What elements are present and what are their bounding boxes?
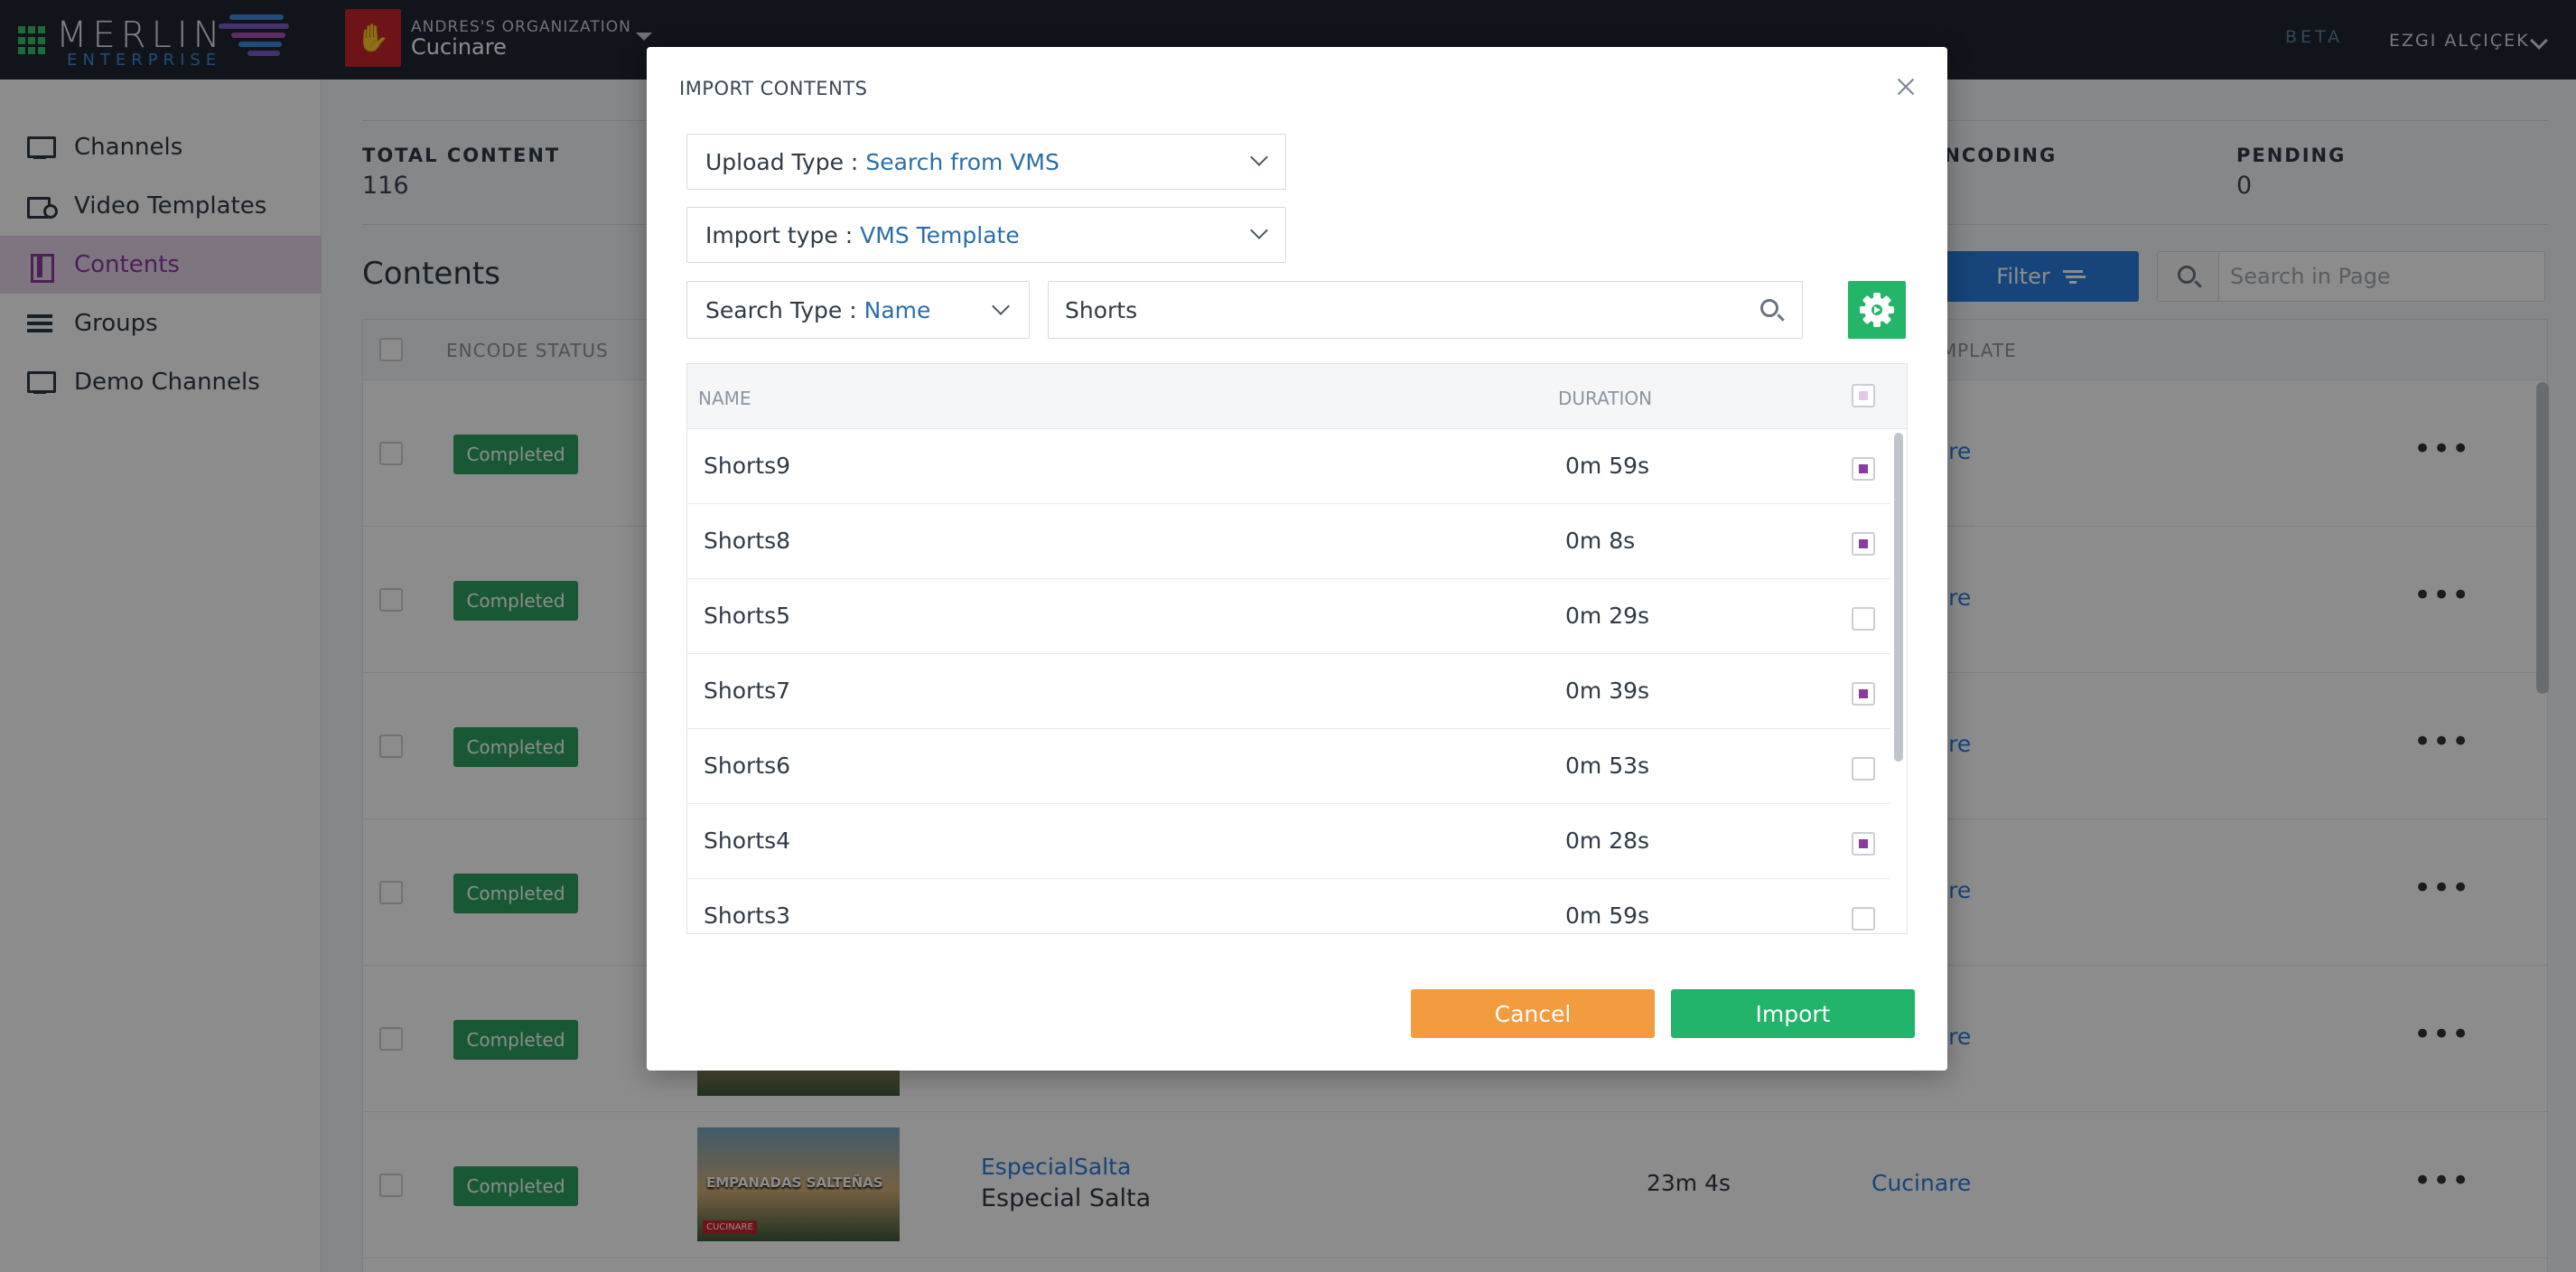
close-icon[interactable] <box>1893 74 1918 99</box>
result-name: Shorts7 <box>704 678 791 704</box>
result-name: Shorts3 <box>704 903 791 929</box>
result-name: Shorts9 <box>704 453 791 479</box>
result-checkbox[interactable] <box>1852 532 1875 556</box>
import-type-select[interactable]: Import type : VMS Template <box>686 207 1286 263</box>
result-duration: 0m 59s <box>1565 453 1650 479</box>
result-name: Shorts4 <box>704 828 791 854</box>
result-checkbox[interactable] <box>1852 457 1875 481</box>
column-duration: DURATION <box>1558 388 1653 409</box>
result-checkbox[interactable] <box>1852 682 1875 706</box>
result-duration: 0m 39s <box>1565 678 1650 704</box>
result-checkbox[interactable] <box>1852 832 1875 856</box>
result-checkbox[interactable] <box>1852 757 1875 781</box>
search-type-value: Name <box>863 296 931 323</box>
chevron-down-icon <box>1250 148 1268 166</box>
results-scrollbar[interactable] <box>1894 433 1903 762</box>
cancel-button[interactable]: Cancel <box>1411 989 1655 1038</box>
upload-type-value: Search from VMS <box>865 148 1059 175</box>
result-row[interactable]: Shorts3 0m 59s <box>687 879 1890 933</box>
import-type-label: Import type : <box>705 221 854 248</box>
search-type-select[interactable]: Search Type : Name <box>686 281 1030 339</box>
result-row[interactable]: Shorts5 0m 29s <box>687 579 1890 654</box>
gear-icon <box>1860 293 1894 327</box>
chevron-down-icon <box>1250 221 1268 239</box>
import-button[interactable]: Import <box>1671 989 1915 1038</box>
result-name: Shorts5 <box>704 603 791 629</box>
import-type-value: VMS Template <box>860 221 1020 248</box>
settings-button[interactable] <box>1848 281 1906 339</box>
result-row[interactable]: Shorts7 0m 39s <box>687 654 1890 729</box>
result-row[interactable]: Shorts6 0m 53s <box>687 729 1890 804</box>
import-contents-modal: IMPORT CONTENTS Upload Type : Search fro… <box>647 47 1947 1071</box>
result-name: Shorts8 <box>704 528 791 554</box>
result-name: Shorts6 <box>704 753 791 779</box>
result-checkbox[interactable] <box>1852 907 1875 931</box>
modal-title: IMPORT CONTENTS <box>679 78 868 99</box>
upload-type-select[interactable]: Upload Type : Search from VMS <box>686 134 1286 190</box>
result-row[interactable]: Shorts4 0m 28s <box>687 804 1890 879</box>
results-header: NAME DURATION <box>687 364 1907 429</box>
search-name-field <box>1048 281 1803 339</box>
results-table: NAME DURATION Shorts9 0m 59s Shorts8 0m … <box>686 363 1908 934</box>
search-icon[interactable] <box>1760 299 1778 317</box>
result-checkbox[interactable] <box>1852 607 1875 631</box>
select-all-checkbox[interactable] <box>1852 384 1875 407</box>
result-duration: 0m 59s <box>1565 903 1650 929</box>
result-duration: 0m 29s <box>1565 603 1650 629</box>
result-duration: 0m 28s <box>1565 828 1650 854</box>
search-type-label: Search Type : <box>705 296 857 323</box>
column-name: NAME <box>698 388 751 409</box>
upload-type-label: Upload Type : <box>705 148 859 175</box>
result-row[interactable]: Shorts9 0m 59s <box>687 429 1890 504</box>
chevron-down-icon <box>992 297 1010 315</box>
result-duration: 0m 53s <box>1565 753 1650 779</box>
result-row[interactable]: Shorts8 0m 8s <box>687 504 1890 579</box>
search-name-input[interactable] <box>1065 282 1751 338</box>
result-duration: 0m 8s <box>1565 528 1636 554</box>
